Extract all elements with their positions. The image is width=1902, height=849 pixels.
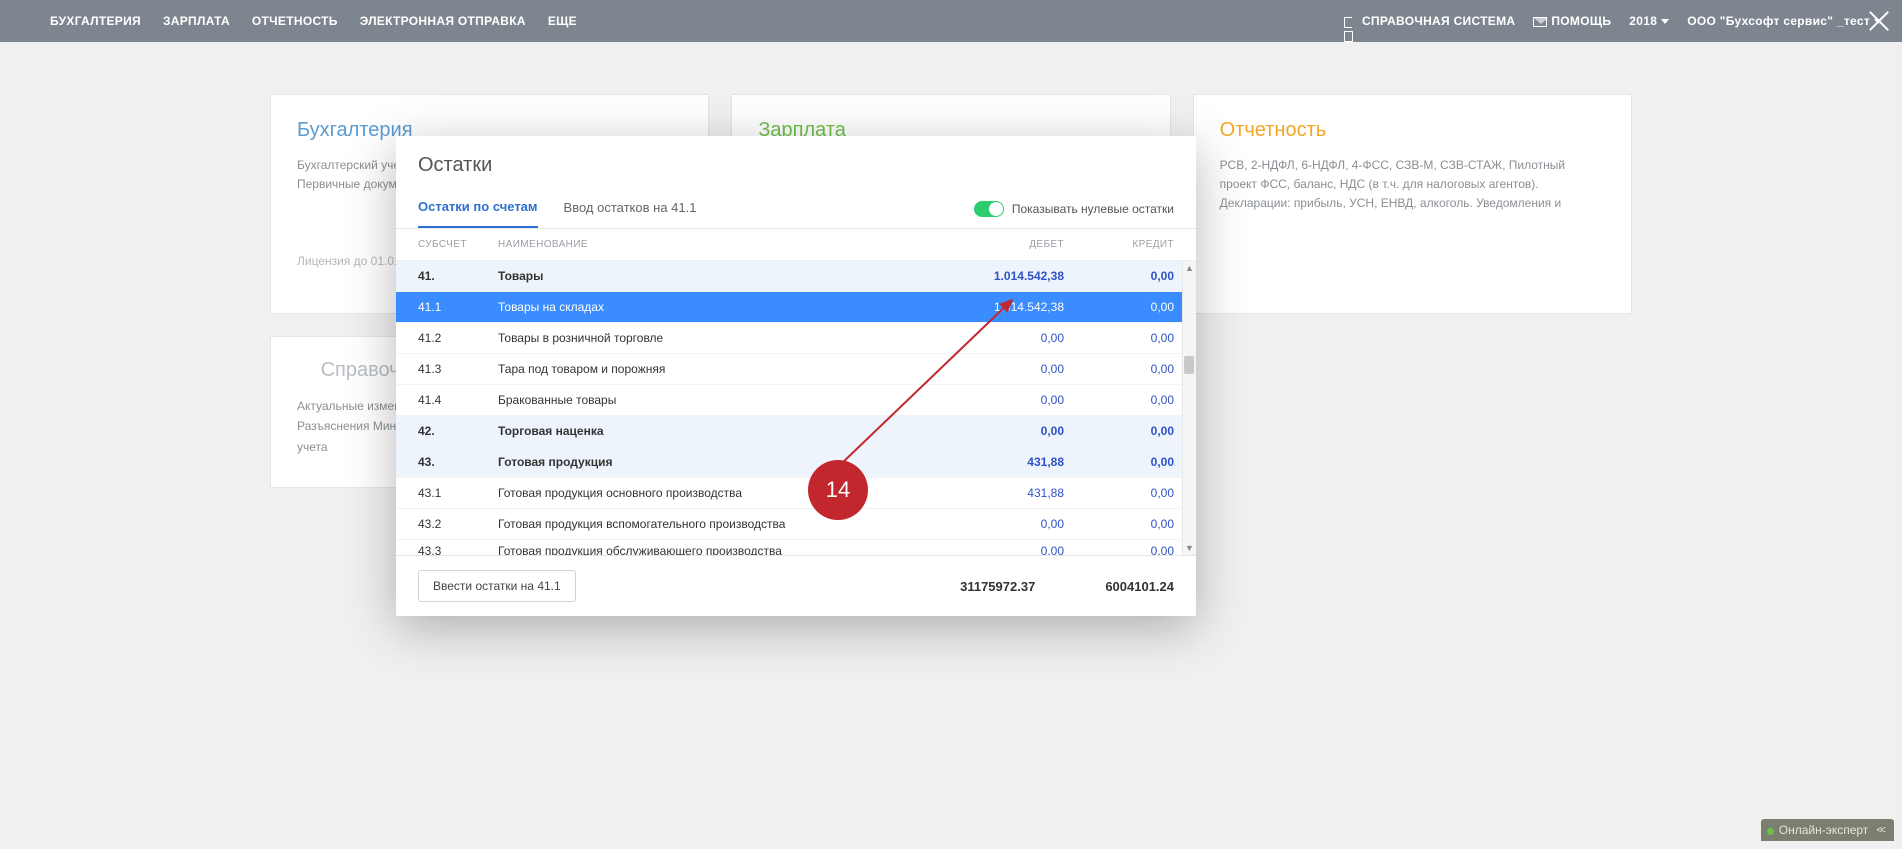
col-subaccount: СУБСЧЕТ: [418, 239, 498, 250]
table-row[interactable]: 41.2Товары в розничной торговле0,000,00: [396, 323, 1196, 354]
cell-debit: 431,88: [934, 486, 1064, 500]
table-row[interactable]: 43.2Готовая продукция вспомогательного п…: [396, 509, 1196, 540]
balances-modal: Остатки Остатки по счетам Ввод остатков …: [396, 136, 1196, 616]
cell-credit: 0,00: [1064, 424, 1174, 438]
close-icon[interactable]: [1866, 8, 1892, 34]
cell-credit: 0,00: [1064, 544, 1174, 555]
cell-subaccount: 43.: [418, 455, 498, 469]
cell-debit: 0,00: [934, 362, 1064, 376]
nav-reference-link[interactable]: СПРАВОЧНАЯ СИСТЕМА: [1344, 14, 1515, 28]
book-icon: [297, 366, 311, 376]
col-debit: ДЕБЕТ: [934, 239, 1064, 250]
scroll-up-icon[interactable]: ▲: [1183, 261, 1196, 275]
table-row[interactable]: 41.1Товары на складах1.014.542,380,00: [396, 292, 1196, 323]
cell-subaccount: 43.1: [418, 486, 498, 500]
cell-subaccount: 43.3: [418, 544, 498, 555]
modal-tabs: Остатки по счетам Ввод остатков на 41.1 …: [396, 185, 1196, 229]
cell-debit: 0,00: [934, 517, 1064, 531]
top-nav: БУХГАЛТЕРИЯ ЗАРПЛАТА ОТЧЕТНОСТЬ ЭЛЕКТРОННАЯ…: [0, 0, 1902, 42]
scroll-thumb[interactable]: [1184, 356, 1194, 374]
enter-balances-button[interactable]: Ввести остатки на 41.1: [418, 570, 576, 602]
cell-credit: 0,00: [1064, 517, 1174, 531]
table-row[interactable]: 43.1Готовая продукция основного производ…: [396, 478, 1196, 509]
cell-subaccount: 41.4: [418, 393, 498, 407]
cell-subaccount: 43.2: [418, 517, 498, 531]
nav-item-2[interactable]: ОТЧЕТНОСТЬ: [252, 14, 338, 28]
modal-footer: Ввести остатки на 41.1 31175972.37 60041…: [396, 555, 1196, 616]
cell-debit: 1.014.542,38: [934, 269, 1064, 283]
cell-credit: 0,00: [1064, 331, 1174, 345]
col-name: НАИМЕНОВАНИЕ: [498, 239, 934, 250]
cell-name: Тара под товаром и порожняя: [498, 362, 934, 376]
cell-name: Товары в розничной торговле: [498, 331, 934, 345]
cell-credit: 0,00: [1064, 362, 1174, 376]
cell-debit: 0,00: [934, 393, 1064, 407]
cell-subaccount: 41.1: [418, 300, 498, 314]
cell-name: Товары на складах: [498, 300, 934, 314]
table-header: СУБСЧЕТ НАИМЕНОВАНИЕ ДЕБЕТ КРЕДИТ: [396, 229, 1196, 261]
show-zero-toggle[interactable]: [974, 201, 1004, 217]
annotation-badge: 14: [808, 460, 868, 520]
cell-subaccount: 41.2: [418, 331, 498, 345]
cell-credit: 0,00: [1064, 486, 1174, 500]
card-title: Отчетность: [1220, 119, 1605, 142]
cell-subaccount: 42.: [418, 424, 498, 438]
cell-subaccount: 41.: [418, 269, 498, 283]
table-row[interactable]: 42.Торговая наценка0,000,00: [396, 416, 1196, 447]
cell-name: Готовая продукция обслуживающего произво…: [498, 544, 934, 555]
col-credit: КРЕДИТ: [1064, 239, 1174, 250]
scroll-down-icon[interactable]: ▼: [1183, 541, 1196, 555]
table-body: 41.Товары1.014.542,380,0041.1Товары на с…: [396, 261, 1196, 555]
cell-credit: 0,00: [1064, 393, 1174, 407]
cell-debit: 431,88: [934, 455, 1064, 469]
tab-balances-by-account[interactable]: Остатки по счетам: [418, 199, 538, 228]
card-desc: РСВ, 2-НДФЛ, 6-НДФЛ, 4-ФСС, СЗВ-М, СЗВ-С…: [1220, 156, 1605, 214]
total-credit: 6004101.24: [1105, 579, 1174, 594]
cell-debit: 0,00: [934, 544, 1064, 555]
cell-debit: 0,00: [934, 424, 1064, 438]
table-row[interactable]: 41.4Бракованные товары0,000,00: [396, 385, 1196, 416]
total-debit: 31175972.37: [960, 579, 1035, 594]
table-row[interactable]: 43.3Готовая продукция обслуживающего про…: [396, 540, 1196, 555]
table-row[interactable]: 43.Готовая продукция431,880,00: [396, 447, 1196, 478]
cell-debit: 1.014.542,38: [934, 300, 1064, 314]
mail-icon: [1533, 17, 1547, 27]
cell-name: Бракованные товары: [498, 393, 934, 407]
cell-name: Готовая продукция основного производства: [498, 486, 934, 500]
cell-name: Готовая продукция: [498, 455, 934, 469]
nav-org-dropdown[interactable]: ООО "Бухсофт сервис" _тест: [1687, 14, 1882, 28]
nav-year-dropdown[interactable]: 2018: [1629, 14, 1669, 28]
scrollbar[interactable]: ▲ ▼: [1182, 261, 1196, 555]
table-row[interactable]: 41.Товары1.014.542,380,00: [396, 261, 1196, 292]
show-zero-label: Показывать нулевые остатки: [1012, 202, 1174, 216]
cell-credit: 0,00: [1064, 455, 1174, 469]
chevron-left-icon: <<: [1876, 825, 1884, 836]
nav-item-4[interactable]: ЕЩЕ: [548, 14, 577, 28]
cell-debit: 0,00: [934, 331, 1064, 345]
online-expert-tab[interactable]: Онлайн-эксперт <<: [1761, 819, 1894, 841]
nav-item-3[interactable]: ЭЛЕКТРОННАЯ ОТПРАВКА: [360, 14, 526, 28]
online-expert-label: Онлайн-эксперт: [1779, 823, 1869, 837]
table-row[interactable]: 41.3Тара под товаром и порожняя0,000,00: [396, 354, 1196, 385]
cell-name: Готовая продукция вспомогательного произ…: [498, 517, 934, 531]
modal-title: Остатки: [396, 136, 1196, 185]
tab-enter-balances[interactable]: Ввод остатков на 41.1: [564, 200, 697, 227]
cell-subaccount: 41.3: [418, 362, 498, 376]
nav-item-1[interactable]: ЗАРПЛАТА: [163, 14, 230, 28]
nav-help-link[interactable]: ПОМОЩЬ: [1533, 14, 1611, 28]
cell-credit: 0,00: [1064, 300, 1174, 314]
card-reporting[interactable]: Отчетность РСВ, 2-НДФЛ, 6-НДФЛ, 4-ФСС, С…: [1193, 94, 1632, 314]
nav-item-0[interactable]: БУХГАЛТЕРИЯ: [50, 14, 141, 28]
chevron-down-icon: [1661, 19, 1669, 24]
status-dot-icon: [1767, 828, 1774, 835]
cell-credit: 0,00: [1064, 269, 1174, 283]
cell-name: Торговая наценка: [498, 424, 934, 438]
book-icon: [1344, 17, 1358, 27]
cell-name: Товары: [498, 269, 934, 283]
